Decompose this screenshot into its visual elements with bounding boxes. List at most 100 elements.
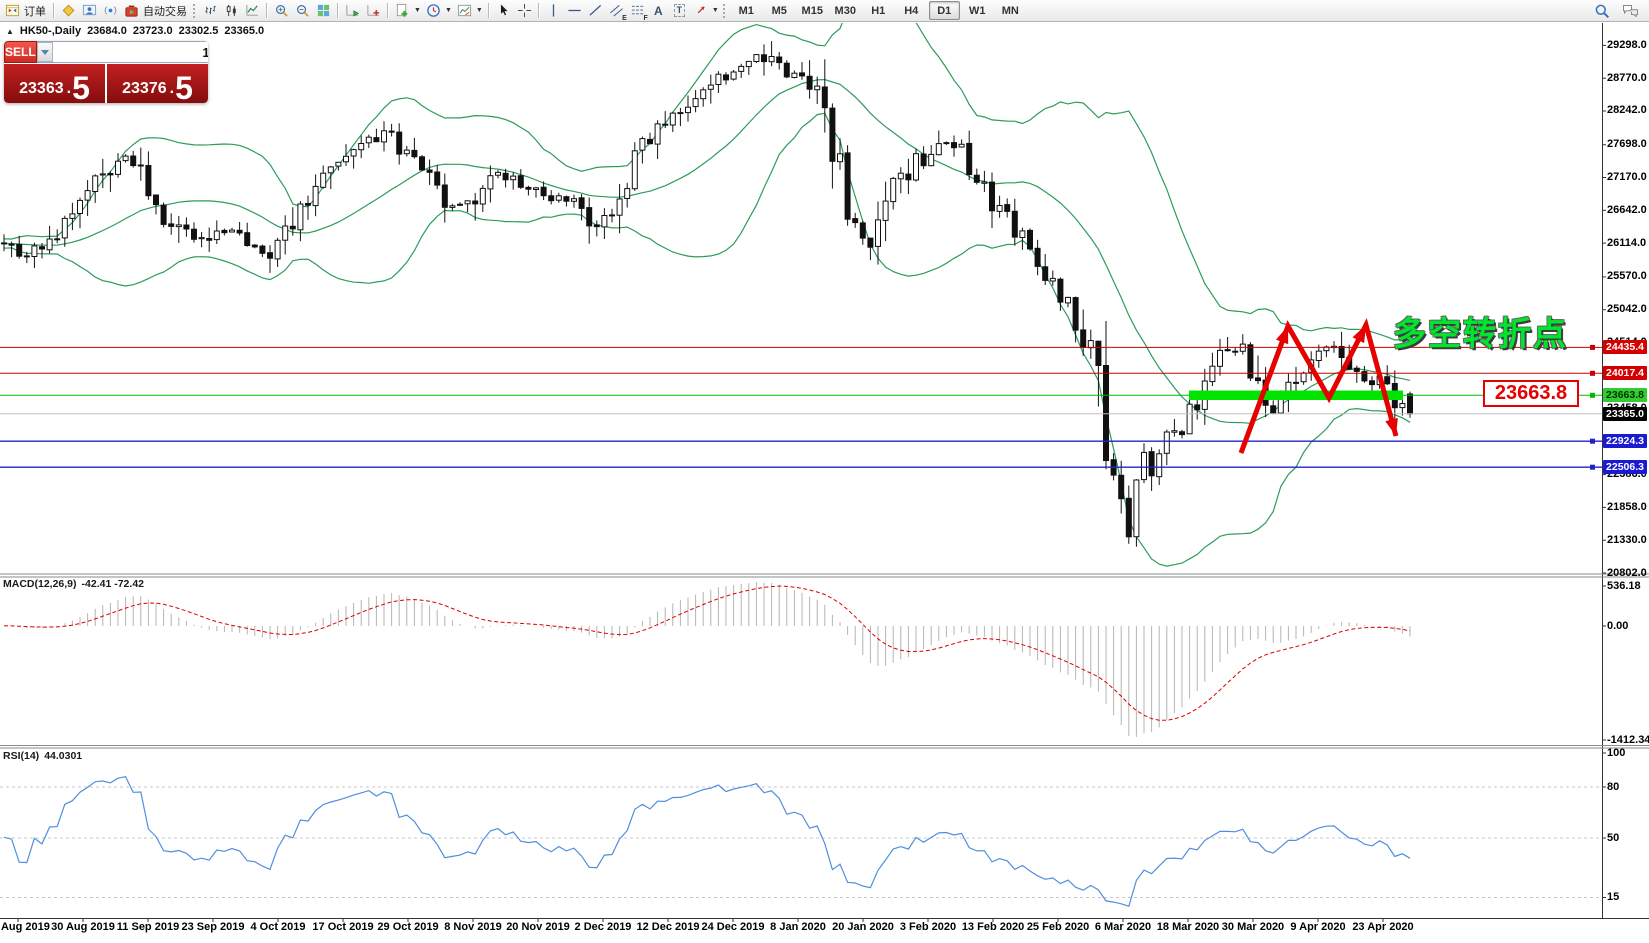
ohlc-low: 23302.5 — [179, 25, 219, 37]
sell-price-dot: . — [67, 81, 71, 97]
separator — [538, 3, 540, 18]
main-chart-panel[interactable] — [0, 23, 1602, 574]
timeframe-M1[interactable]: M1 — [731, 1, 762, 20]
price-tick: 20802.0 — [1607, 568, 1647, 579]
timeframe-M15[interactable]: M15 — [797, 1, 828, 20]
label-tool-icon[interactable]: T — [669, 1, 690, 21]
period-clock-icon[interactable] — [423, 1, 444, 21]
template-icon[interactable] — [454, 1, 475, 21]
data-window-icon[interactable] — [79, 1, 100, 21]
rsi-value: 44.0301 — [44, 750, 82, 762]
chat-icon[interactable] — [1620, 1, 1641, 21]
macd-name: MACD(12,26,9) — [3, 578, 77, 590]
auto-scroll-icon[interactable] — [342, 1, 363, 21]
macd-values: -42.41 -72.42 — [82, 578, 144, 590]
timeframe-group: M1M5M15M30H1H4D1W1MN — [730, 1, 1027, 20]
price-badge: 24017.4 — [1603, 366, 1647, 380]
candlestick-chart-icon[interactable] — [221, 1, 242, 21]
triangle-down-icon — [41, 50, 49, 55]
crosshair-tool-icon[interactable] — [514, 1, 535, 21]
price-tick: 27170.0 — [1607, 172, 1647, 183]
buy-price-main: 23376 — [122, 81, 167, 97]
time-label: 23 Apr 2020 — [1340, 921, 1426, 933]
price-tick: 27698.0 — [1607, 139, 1647, 150]
toolbar: 订单 自动交易 ▼ ▼ ▼ E F A T ▼ — [0, 0, 1649, 22]
new-order-label[interactable]: 订单 — [24, 3, 46, 19]
line-chart-icon[interactable] — [242, 1, 263, 21]
arrows-caret[interactable]: ▼ — [712, 7, 719, 14]
new-order-button[interactable] — [2, 1, 23, 21]
vertical-line-tool-icon[interactable] — [543, 1, 564, 21]
separator — [337, 3, 339, 18]
turning-point-annotation[interactable]: 多空转折点 — [1393, 307, 1568, 355]
sell-price[interactable]: 23363.5 — [4, 64, 105, 103]
price-tick: 21330.0 — [1607, 535, 1647, 546]
autotrading-label[interactable]: 自动交易 — [143, 3, 187, 19]
timeframe-H4[interactable]: H4 — [896, 1, 927, 20]
ohlc-open: 23684.0 — [87, 25, 127, 37]
channel-tool-icon[interactable]: E — [606, 1, 627, 21]
text-tool-letter: A — [654, 4, 663, 18]
sell-price-main: 23363 — [19, 81, 64, 97]
text-tool-icon[interactable]: A — [648, 1, 669, 21]
separator — [53, 3, 55, 18]
price-tick: 21858.0 — [1607, 502, 1647, 513]
horizontal-line-tool-icon[interactable] — [564, 1, 585, 21]
new-chart-caret[interactable]: ▼ — [414, 7, 421, 14]
timeframe-D1[interactable]: D1 — [929, 1, 960, 20]
rsi-scale-tick: 100 — [1607, 748, 1625, 759]
rsi-panel[interactable] — [0, 748, 1602, 918]
zoom-in-icon[interactable] — [271, 1, 292, 21]
mt4-window: 订单 自动交易 ▼ ▼ ▼ E F A T ▼ — [0, 0, 1649, 943]
timeframe-M5[interactable]: M5 — [764, 1, 795, 20]
sell-price-big: 5 — [72, 75, 90, 102]
timeframe-H1[interactable]: H1 — [863, 1, 894, 20]
price-tick: 25042.0 — [1607, 304, 1647, 315]
buy-price-big: 5 — [175, 75, 193, 102]
symbol-period: HK50-,Daily — [20, 25, 81, 37]
fibonacci-tool-icon[interactable]: F — [627, 1, 648, 21]
autotrading-icon[interactable] — [121, 1, 142, 21]
collapse-arrow-icon[interactable]: ▲ — [6, 27, 14, 36]
bar-chart-icon[interactable] — [200, 1, 221, 21]
price-level-callout[interactable]: 23663.8 — [1483, 380, 1579, 407]
timeframe-MN[interactable]: MN — [995, 1, 1026, 20]
buy-price[interactable]: 23376.5 — [107, 64, 208, 103]
macd-indicator-label: MACD(12,26,9) -42.41 -72.42 — [3, 578, 144, 590]
rsi-name: RSI(14) — [3, 750, 39, 762]
volume-stepper — [37, 41, 208, 63]
price-badge: 23365.0 — [1603, 407, 1647, 421]
price-badge: 23663.8 — [1603, 388, 1647, 402]
arrows-tool-icon[interactable] — [690, 1, 711, 21]
market-watch-icon[interactable] — [58, 1, 79, 21]
rsi-scale-tick: 50 — [1607, 833, 1619, 844]
price-badge: 22506.3 — [1603, 460, 1647, 474]
separator — [488, 3, 490, 18]
cursor-tool-icon[interactable] — [493, 1, 514, 21]
toolbar-right — [1591, 1, 1641, 21]
new-chart-button[interactable] — [392, 1, 413, 21]
price-tick: 25570.0 — [1607, 271, 1647, 282]
search-icon[interactable] — [1591, 1, 1612, 21]
trendline-tool-icon[interactable] — [585, 1, 606, 21]
volume-decrease-button[interactable] — [37, 42, 53, 62]
macd-panel[interactable] — [0, 577, 1602, 745]
timeframe-M30[interactable]: M30 — [830, 1, 861, 20]
timeframe-W1[interactable]: W1 — [962, 1, 993, 20]
sell-button[interactable]: SELL — [4, 41, 37, 63]
ohlc-close: 23365.0 — [224, 25, 264, 37]
period-caret[interactable]: ▼ — [445, 7, 452, 14]
tile-windows-icon[interactable] — [313, 1, 334, 21]
price-badge: 24435.4 — [1603, 340, 1647, 354]
zoom-out-icon[interactable] — [292, 1, 313, 21]
price-tick: 29298.0 — [1607, 40, 1647, 51]
macd-scale-tick: -1412.34 — [1607, 735, 1649, 746]
chart-shift-icon[interactable] — [363, 1, 384, 21]
volume-input[interactable] — [53, 42, 208, 62]
separator — [266, 3, 268, 18]
rsi-scale-tick: 15 — [1607, 892, 1619, 903]
broadcast-icon[interactable] — [100, 1, 121, 21]
price-tick: 26114.0 — [1607, 238, 1646, 249]
template-caret[interactable]: ▼ — [476, 7, 483, 14]
buy-price-dot: . — [170, 81, 174, 97]
